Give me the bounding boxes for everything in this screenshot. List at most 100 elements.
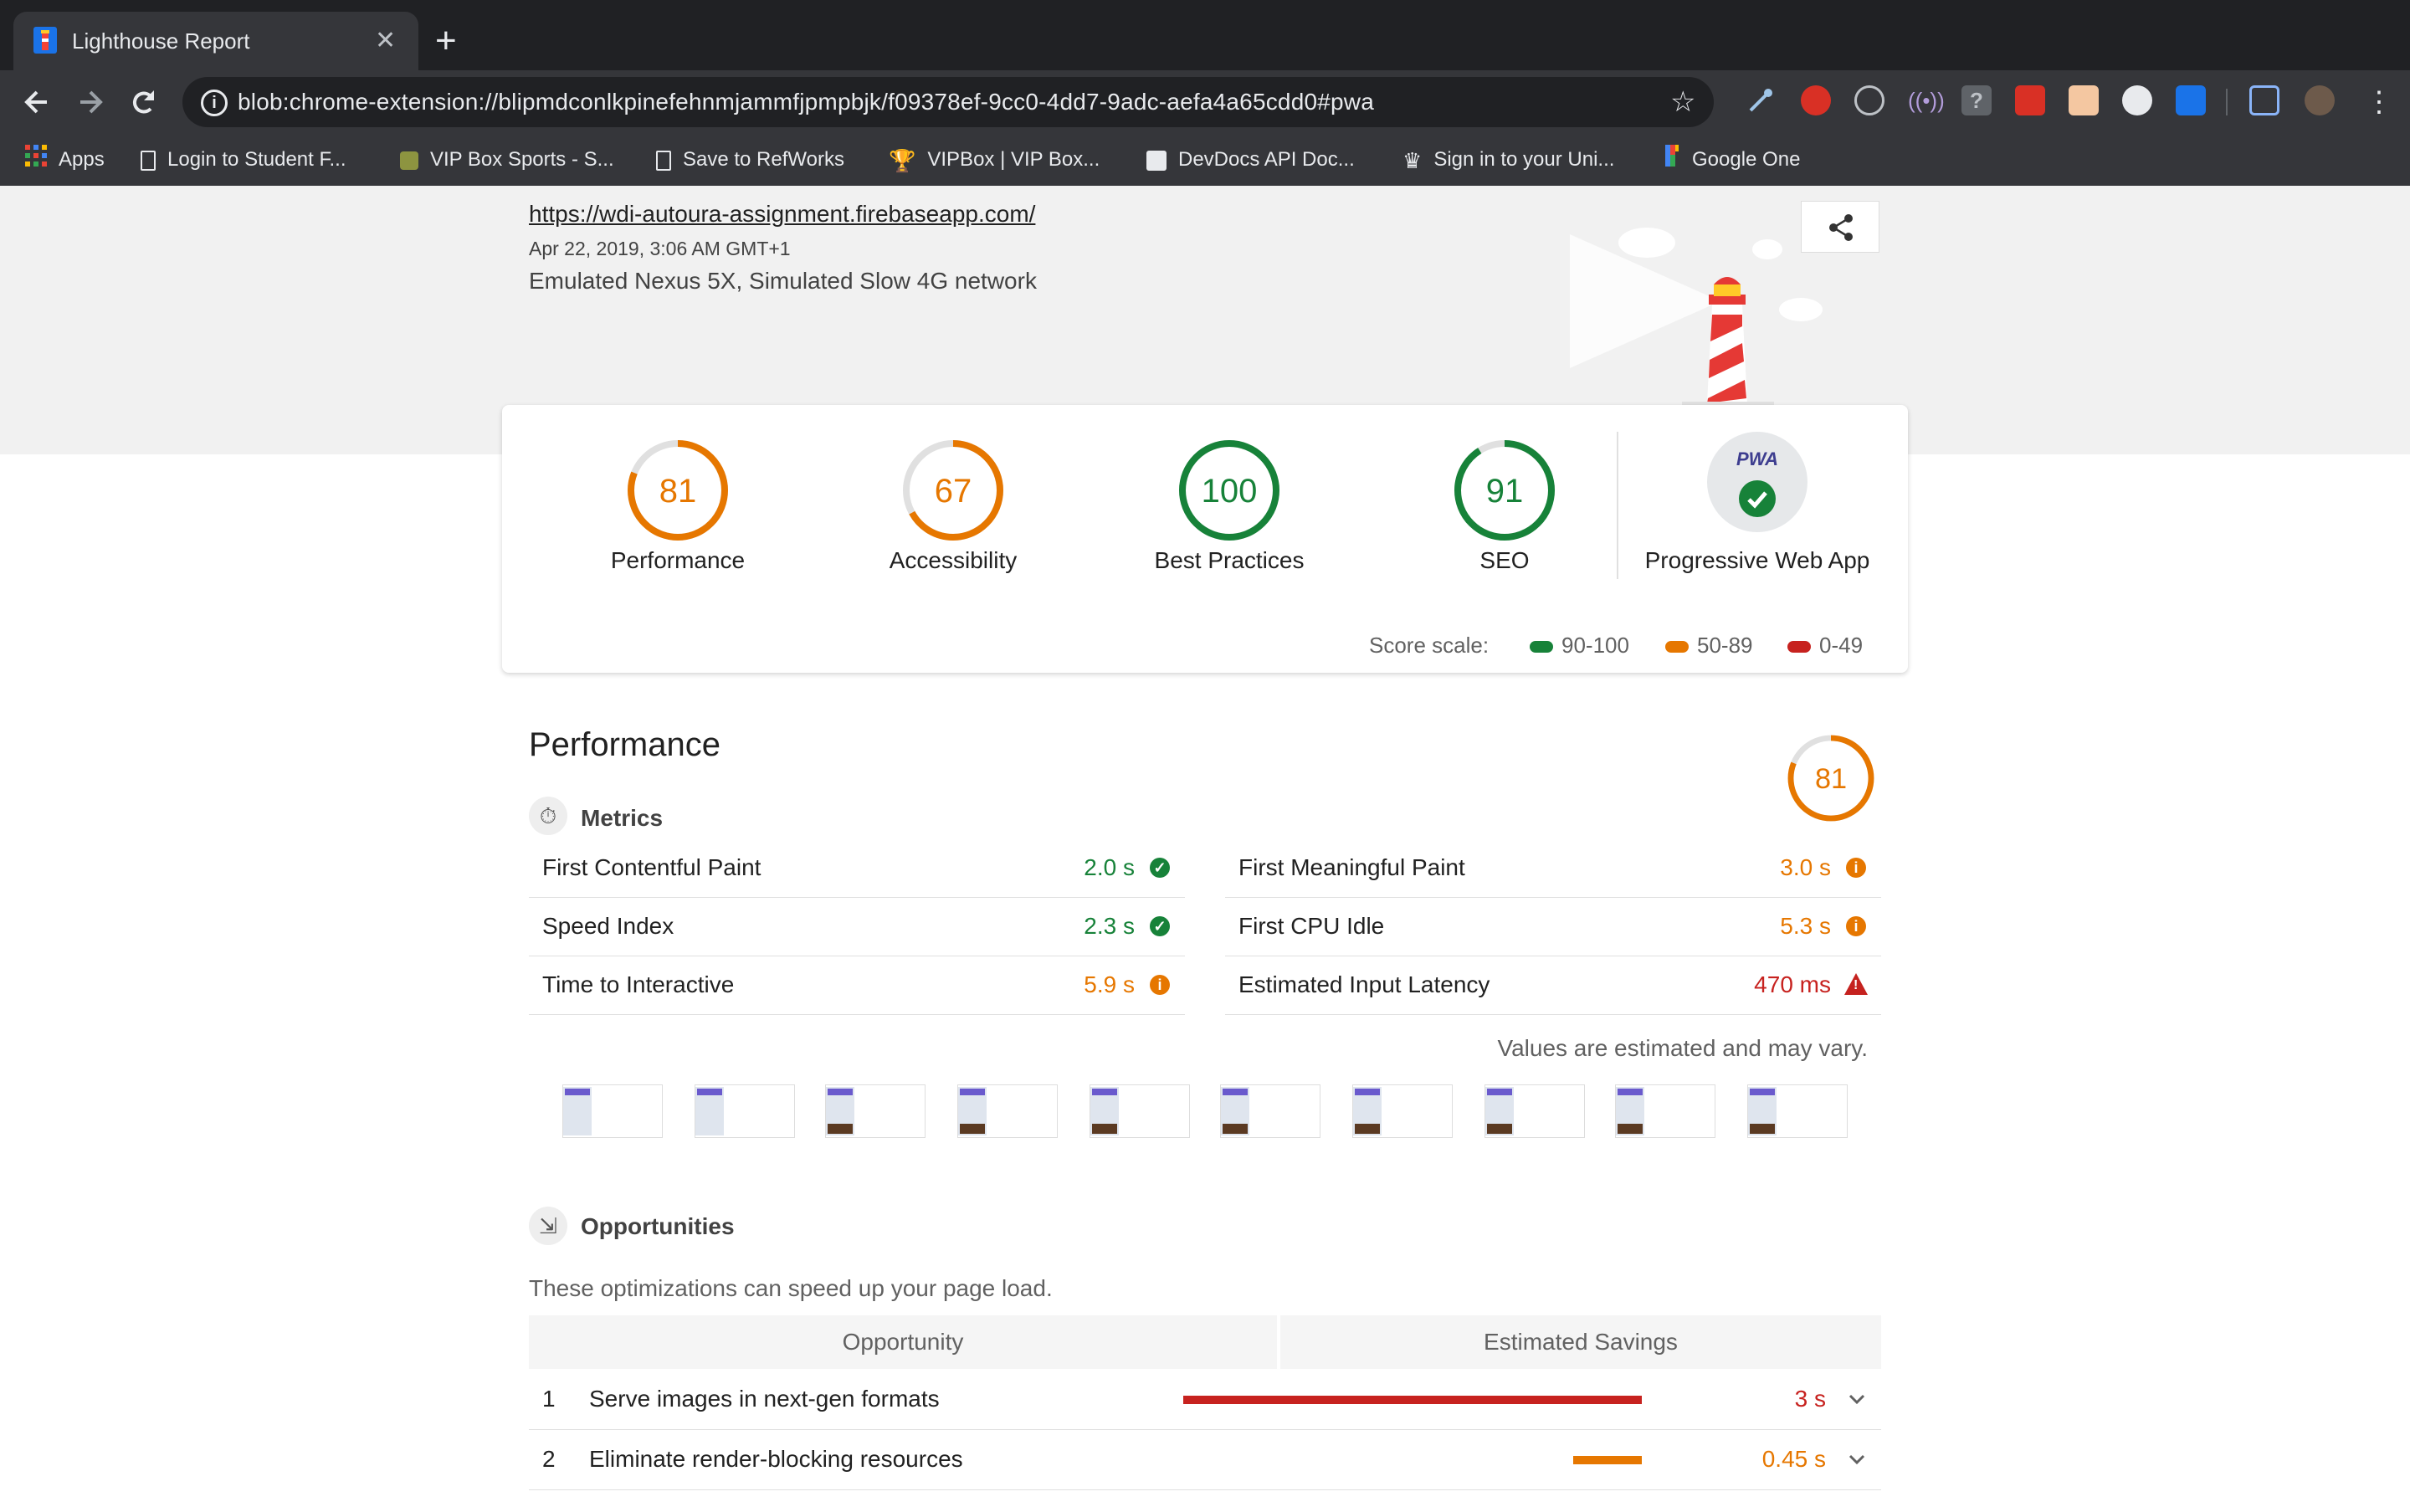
score-value: 67 bbox=[935, 473, 972, 510]
gauge-ring: 91 bbox=[1446, 432, 1563, 553]
bookmark-university-sign-in[interactable]: ♛ Sign in to your Uni... bbox=[1402, 134, 1614, 187]
filmstrip-frame bbox=[825, 1084, 926, 1138]
lighthouse-extension-icon[interactable] bbox=[2176, 85, 2206, 115]
share-icon bbox=[1829, 214, 1853, 241]
opportunities-description: These optimizations can speed up your pa… bbox=[529, 1275, 1053, 1301]
score-scale-poor: 0-49 bbox=[1787, 633, 1863, 659]
lightbulb-extension-icon[interactable] bbox=[1854, 85, 1884, 115]
eyedropper-extension-icon[interactable] bbox=[1746, 85, 1776, 115]
score-label: Best Practices bbox=[1154, 547, 1305, 573]
report-environment: Emulated Nexus 5X, Simulated Slow 4G net… bbox=[529, 268, 1037, 294]
score-scale-title: Score scale: bbox=[1369, 633, 1490, 658]
gauge-ring: 81 bbox=[619, 432, 736, 553]
score-label: Progressive Web App bbox=[1644, 547, 1870, 573]
metric-first-meaningful-paint: First Meaningful Paint 3.0 s i bbox=[1225, 838, 1881, 898]
opportunity-row[interactable]: 1 Serve images in next-gen formats 3 s bbox=[529, 1369, 1881, 1430]
bookmark-vipbox-sports[interactable]: VIP Box Sports - S... bbox=[400, 134, 614, 186]
opportunities-title: Opportunities bbox=[581, 1213, 735, 1239]
gauge-ring: 100 bbox=[1171, 432, 1288, 553]
profile-avatar[interactable] bbox=[2305, 85, 2335, 115]
stopwatch-icon: ⏱ bbox=[529, 797, 567, 835]
pwa-logo: PWA bbox=[1736, 448, 1779, 469]
filmstrip-frame bbox=[1220, 1084, 1320, 1138]
bookmark-refworks[interactable]: Save to RefWorks bbox=[656, 134, 844, 186]
score-gauge-seo[interactable]: 91 SEO bbox=[1387, 405, 1622, 606]
score-label: Performance bbox=[610, 547, 746, 573]
filmstrip-frame bbox=[1090, 1084, 1190, 1138]
performance-score-gauge: 81 bbox=[1781, 728, 1881, 828]
opportunity-label: Serve images in next-gen formats bbox=[589, 1386, 940, 1412]
toolbar-divider bbox=[2226, 89, 2228, 115]
browser-menu-icon[interactable]: ⋮ bbox=[2365, 70, 2393, 134]
savings-bar bbox=[1183, 1396, 1642, 1404]
character-extension-icon[interactable] bbox=[2069, 85, 2099, 115]
bookmark-label: Google One bbox=[1692, 148, 1801, 171]
metric-first-contentful-paint: First Contentful Paint 2.0 s ✓ bbox=[529, 838, 1185, 898]
share-button[interactable] bbox=[1801, 201, 1879, 253]
bookmark-star-icon[interactable]: ☆ bbox=[1670, 77, 1695, 127]
opportunity-label: Eliminate render-blocking resources bbox=[589, 1446, 963, 1472]
bookmark-label: DevDocs API Doc... bbox=[1178, 148, 1355, 171]
bookmark-apps[interactable]: Apps bbox=[25, 134, 105, 187]
tab-close-icon[interactable]: ✕ bbox=[375, 12, 396, 70]
circle-extension-icon[interactable] bbox=[2122, 85, 2152, 115]
devdocs-icon bbox=[1146, 150, 1167, 171]
lastpass-extension-icon[interactable] bbox=[2015, 85, 2045, 115]
green-dot-icon bbox=[1530, 641, 1553, 653]
new-tab-button[interactable]: + bbox=[435, 12, 457, 70]
info-icon: i bbox=[1150, 975, 1170, 995]
filmstrip-frame bbox=[562, 1084, 663, 1138]
bookmark-devdocs[interactable]: DevDocs API Doc... bbox=[1146, 134, 1355, 186]
warning-triangle-icon: ! bbox=[1844, 973, 1868, 995]
pass-check-icon: ✓ bbox=[1150, 858, 1170, 878]
tab-strip: Lighthouse Report ✕ + bbox=[0, 0, 2410, 70]
metric-value: 3.0 s bbox=[1780, 854, 1831, 880]
tab-lighthouse-report[interactable]: Lighthouse Report ✕ bbox=[13, 12, 418, 70]
filmstrip-frame bbox=[695, 1084, 795, 1138]
score-label: Accessibility bbox=[889, 547, 1018, 573]
score-gauge-performance[interactable]: 81 Performance bbox=[561, 405, 795, 606]
pwa-badge: PWA bbox=[1707, 432, 1808, 532]
metric-value: 5.9 s bbox=[1084, 971, 1135, 997]
pass-check-icon: ✓ bbox=[1150, 916, 1170, 936]
savings-value: 0.45 s bbox=[1761, 1446, 1826, 1472]
site-info-icon[interactable]: i bbox=[201, 90, 228, 116]
podcast-extension-icon[interactable]: ((•)) bbox=[1908, 85, 1945, 115]
bookmark-google-one[interactable]: Google One bbox=[1664, 134, 1800, 187]
cast-icon[interactable] bbox=[2249, 85, 2279, 115]
gauge-ring: 67 bbox=[895, 432, 1012, 553]
score-gauge-accessibility[interactable]: 67 Accessibility bbox=[836, 405, 1070, 606]
opportunity-row[interactable]: 2 Eliminate render-blocking resources 0.… bbox=[529, 1429, 1881, 1490]
red-dot-icon bbox=[1787, 641, 1811, 653]
filmstrip-frame bbox=[957, 1084, 1058, 1138]
opportunity-number: 1 bbox=[542, 1386, 556, 1412]
filmstrip-frame bbox=[1484, 1084, 1585, 1138]
bookmark-label: Apps bbox=[59, 148, 105, 171]
bookmark-label: VIP Box Sports - S... bbox=[430, 148, 614, 171]
metric-estimated-input-latency: Estimated Input Latency 470 ms ! bbox=[1225, 956, 1881, 1015]
card-divider bbox=[1617, 432, 1618, 579]
savings-bar bbox=[1572, 1456, 1642, 1464]
report-url-link[interactable]: https://wdi-autoura-assignment.firebasea… bbox=[529, 201, 1035, 228]
page-icon bbox=[656, 150, 671, 171]
score-gauge-pwa[interactable]: PWA Progressive Web App bbox=[1640, 405, 1874, 606]
scale-label: 0-49 bbox=[1819, 633, 1864, 658]
scale-label: 90-100 bbox=[1561, 633, 1629, 658]
adblock-extension-icon[interactable] bbox=[1801, 85, 1831, 115]
info-icon: i bbox=[1846, 916, 1866, 936]
score-gauge-best-practices[interactable]: 100 Best Practices bbox=[1112, 405, 1346, 606]
unknown-extension-icon[interactable]: ? bbox=[1961, 85, 1992, 115]
address-bar[interactable]: i blob:chrome-extension://blipmdconlkpin… bbox=[182, 77, 1714, 127]
metric-value: 2.0 s bbox=[1084, 854, 1135, 880]
bookmark-label: Save to RefWorks bbox=[683, 148, 844, 171]
metric-time-to-interactive: Time to Interactive 5.9 s i bbox=[529, 956, 1185, 1015]
score-value: 81 bbox=[659, 473, 697, 510]
metric-value: 2.3 s bbox=[1084, 913, 1135, 939]
chevron-down-icon[interactable] bbox=[1848, 1429, 1866, 1512]
bookmark-label: VIPBox | VIP Box... bbox=[927, 148, 1100, 171]
bookmark-student-finance[interactable]: Login to Student F... bbox=[141, 134, 346, 186]
address-bar-url[interactable]: blob:chrome-extension://blipmdconlkpinef… bbox=[238, 77, 1374, 127]
metric-value: 470 ms bbox=[1754, 971, 1831, 997]
trophy-icon: 🏆 bbox=[889, 147, 916, 173]
bookmark-vipbox[interactable]: 🏆 VIPBox | VIP Box... bbox=[889, 134, 1100, 187]
